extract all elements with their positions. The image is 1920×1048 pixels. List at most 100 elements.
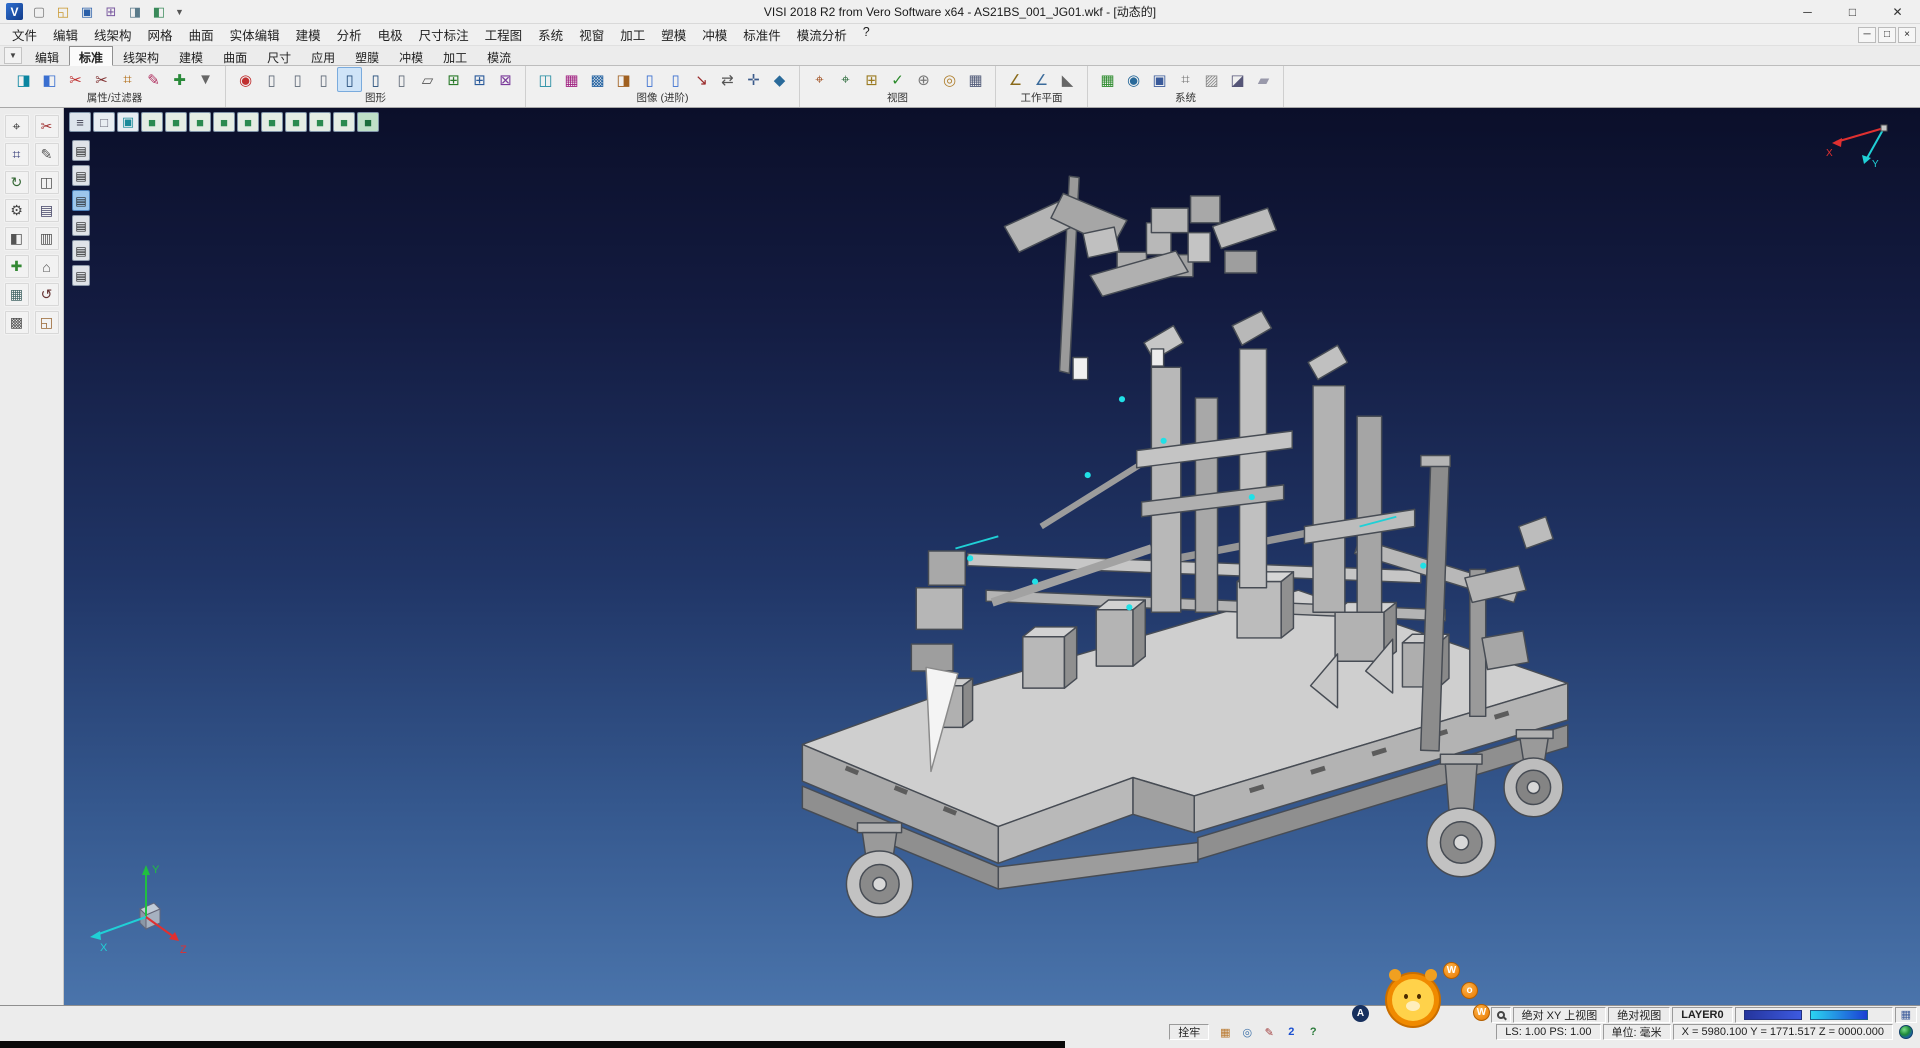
system-screen-icon[interactable]: ▣ (1147, 67, 1172, 92)
menu-mesh[interactable]: 网格 (140, 23, 181, 46)
tab-stamping[interactable]: 冲模 (389, 46, 433, 65)
tab-modeling[interactable]: 建模 (169, 46, 213, 65)
status-search-icon[interactable] (1491, 1007, 1511, 1023)
close-button[interactable]: ✕ (1875, 0, 1920, 24)
view-accept-icon[interactable]: ✓ (885, 67, 910, 92)
view-iso2-icon[interactable]: ■ (309, 112, 331, 132)
menu-analysis[interactable]: 分析 (329, 23, 370, 46)
menu-window[interactable]: 视窗 (571, 23, 612, 46)
child-close-button[interactable]: × (1898, 27, 1916, 43)
menu-machining[interactable]: 加工 (612, 23, 653, 46)
child-restore-button[interactable]: □ (1878, 27, 1896, 43)
view-orbit-icon[interactable]: ◎ (937, 67, 962, 92)
save-as-icon[interactable]: ⊞ (101, 3, 121, 21)
menu-help[interactable]: ? (855, 23, 878, 46)
quick-access-dropdown-icon[interactable]: ▼ (175, 7, 184, 17)
tab-moldflow[interactable]: 模流 (477, 46, 521, 65)
open-file-icon[interactable]: ◱ (53, 3, 73, 21)
add-filter-icon[interactable]: ✚ (167, 67, 192, 92)
view-iso3-icon[interactable]: ■ (333, 112, 355, 132)
view-grid-icon[interactable]: ⊞ (859, 67, 884, 92)
mirror-icon[interactable]: ◧ (4, 226, 30, 251)
cylinder-view-icon[interactable]: ▯ (259, 67, 284, 92)
menu-system[interactable]: 系统 (530, 23, 571, 46)
move-view-icon[interactable]: ✛ (741, 67, 766, 92)
status-corner-icon[interactable]: ▦ (1895, 1007, 1917, 1023)
menu-wireframe[interactable]: 线架构 (86, 23, 140, 46)
clipboard-view-5-icon[interactable]: ▤ (72, 240, 90, 261)
plot-icon[interactable]: ◧ (149, 3, 169, 21)
status-abs-xy-view[interactable]: 绝对 XY 上视图 (1513, 1007, 1607, 1023)
view-top-icon[interactable]: ■ (165, 112, 187, 132)
print-icon[interactable]: ◨ (125, 3, 145, 21)
system-colors-icon[interactable]: ▦ (1095, 67, 1120, 92)
grid-snap-icon[interactable]: ⊞ (467, 67, 492, 92)
print-preview-icon[interactable]: ◧ (37, 67, 62, 92)
status-layer[interactable]: LAYER0 (1672, 1007, 1732, 1023)
settings-icon[interactable]: ⚙ (4, 198, 30, 223)
texture-icon[interactable]: ▩ (585, 67, 610, 92)
circle-a-icon[interactable]: A (1352, 1005, 1369, 1022)
table-icon[interactable]: ▤ (34, 198, 60, 223)
sketch-icon[interactable]: ✎ (34, 142, 60, 167)
view-layout-icon[interactable]: ▦ (963, 67, 988, 92)
menu-dimensioning[interactable]: 尺寸标注 (411, 23, 477, 46)
redline-icon[interactable]: ✎ (1261, 1025, 1277, 1039)
view-iso-icon[interactable]: ■ (141, 112, 163, 132)
system-bar-icon[interactable]: ▰ (1251, 67, 1276, 92)
folder-icon[interactable]: ◱ (34, 310, 60, 335)
pattern-icon[interactable]: ▩ (4, 310, 30, 335)
hidden-line-icon[interactable]: ▯ (389, 67, 414, 92)
view-back-icon[interactable]: ■ (213, 112, 235, 132)
grid-off-icon[interactable]: ⊠ (493, 67, 518, 92)
grid-display-icon[interactable]: ⊞ (441, 67, 466, 92)
tab-application[interactable]: 应用 (301, 46, 345, 65)
system-shade-icon[interactable]: ◪ (1225, 67, 1250, 92)
minimize-button[interactable]: ─ (1785, 0, 1830, 24)
material-icon[interactable]: ▦ (559, 67, 584, 92)
cut-filter-icon[interactable]: ✂ (63, 67, 88, 92)
menu-edit[interactable]: 编辑 (45, 23, 86, 46)
swap-view-icon[interactable]: ⇄ (715, 67, 740, 92)
clipboard-view-1-icon[interactable]: ▤ (72, 140, 90, 161)
menu-file[interactable]: 文件 (4, 23, 45, 46)
edit-attributes-icon[interactable]: ✎ (141, 67, 166, 92)
tab-standard[interactable]: 标准 (69, 46, 113, 66)
tab-dropdown-icon[interactable]: ▼ (4, 47, 22, 64)
system-hatch-icon[interactable]: ▨ (1199, 67, 1224, 92)
menu-drafting[interactable]: 工程图 (477, 23, 531, 46)
delete-filter-icon[interactable]: ✂ (89, 67, 114, 92)
rotate-icon[interactable]: ↻ (4, 170, 30, 195)
menu-surface[interactable]: 曲面 (181, 23, 222, 46)
system-grid-icon[interactable]: ⌗ (1173, 67, 1198, 92)
help-tip-icon[interactable]: ? (1305, 1025, 1321, 1039)
maximize-button[interactable]: □ (1830, 0, 1875, 24)
shading-off-icon[interactable]: □ (93, 112, 115, 132)
isolate-icon[interactable]: ◆ (767, 67, 792, 92)
view-right-icon[interactable]: ■ (261, 112, 283, 132)
shading-on-icon[interactable]: ▣ (117, 112, 139, 132)
undo-icon[interactable]: ↺ (34, 282, 60, 307)
clipboard-view-6-icon[interactable]: ▤ (72, 265, 90, 286)
menu-stamping[interactable]: 冲模 (694, 23, 735, 46)
child-minimize-button[interactable]: ─ (1858, 27, 1876, 43)
zoom-target-icon[interactable]: ⌖ (807, 67, 832, 92)
menu-moldflow-analysis[interactable]: 模流分析 (789, 23, 855, 46)
layers-icon[interactable]: ◫ (34, 170, 60, 195)
workplane-face-icon[interactable]: ◣ (1055, 67, 1080, 92)
trim-icon[interactable]: ✂ (34, 114, 60, 139)
menu-solid-edit[interactable]: 实体编辑 (222, 23, 288, 46)
cylinder-view-2-icon[interactable]: ▯ (285, 67, 310, 92)
view-bottom-icon[interactable]: ■ (285, 112, 307, 132)
tab-wireframe[interactable]: 线架构 (113, 46, 169, 65)
clip-plane-2-icon[interactable]: ▯ (663, 67, 688, 92)
cad-model[interactable] (784, 159, 1580, 943)
status-abs-view[interactable]: 绝对视图 (1608, 1007, 1670, 1023)
grid-icon[interactable]: ⌗ (4, 142, 30, 167)
grid-filter-icon[interactable]: ⌗ (115, 67, 140, 92)
clipboard-view-2-icon[interactable]: ▤ (72, 165, 90, 186)
lighting-icon[interactable]: ◨ (611, 67, 636, 92)
view-left-icon[interactable]: ■ (237, 112, 259, 132)
menu-electrode[interactable]: 电极 (370, 23, 411, 46)
add-entity-icon[interactable]: ✚ (4, 254, 30, 279)
